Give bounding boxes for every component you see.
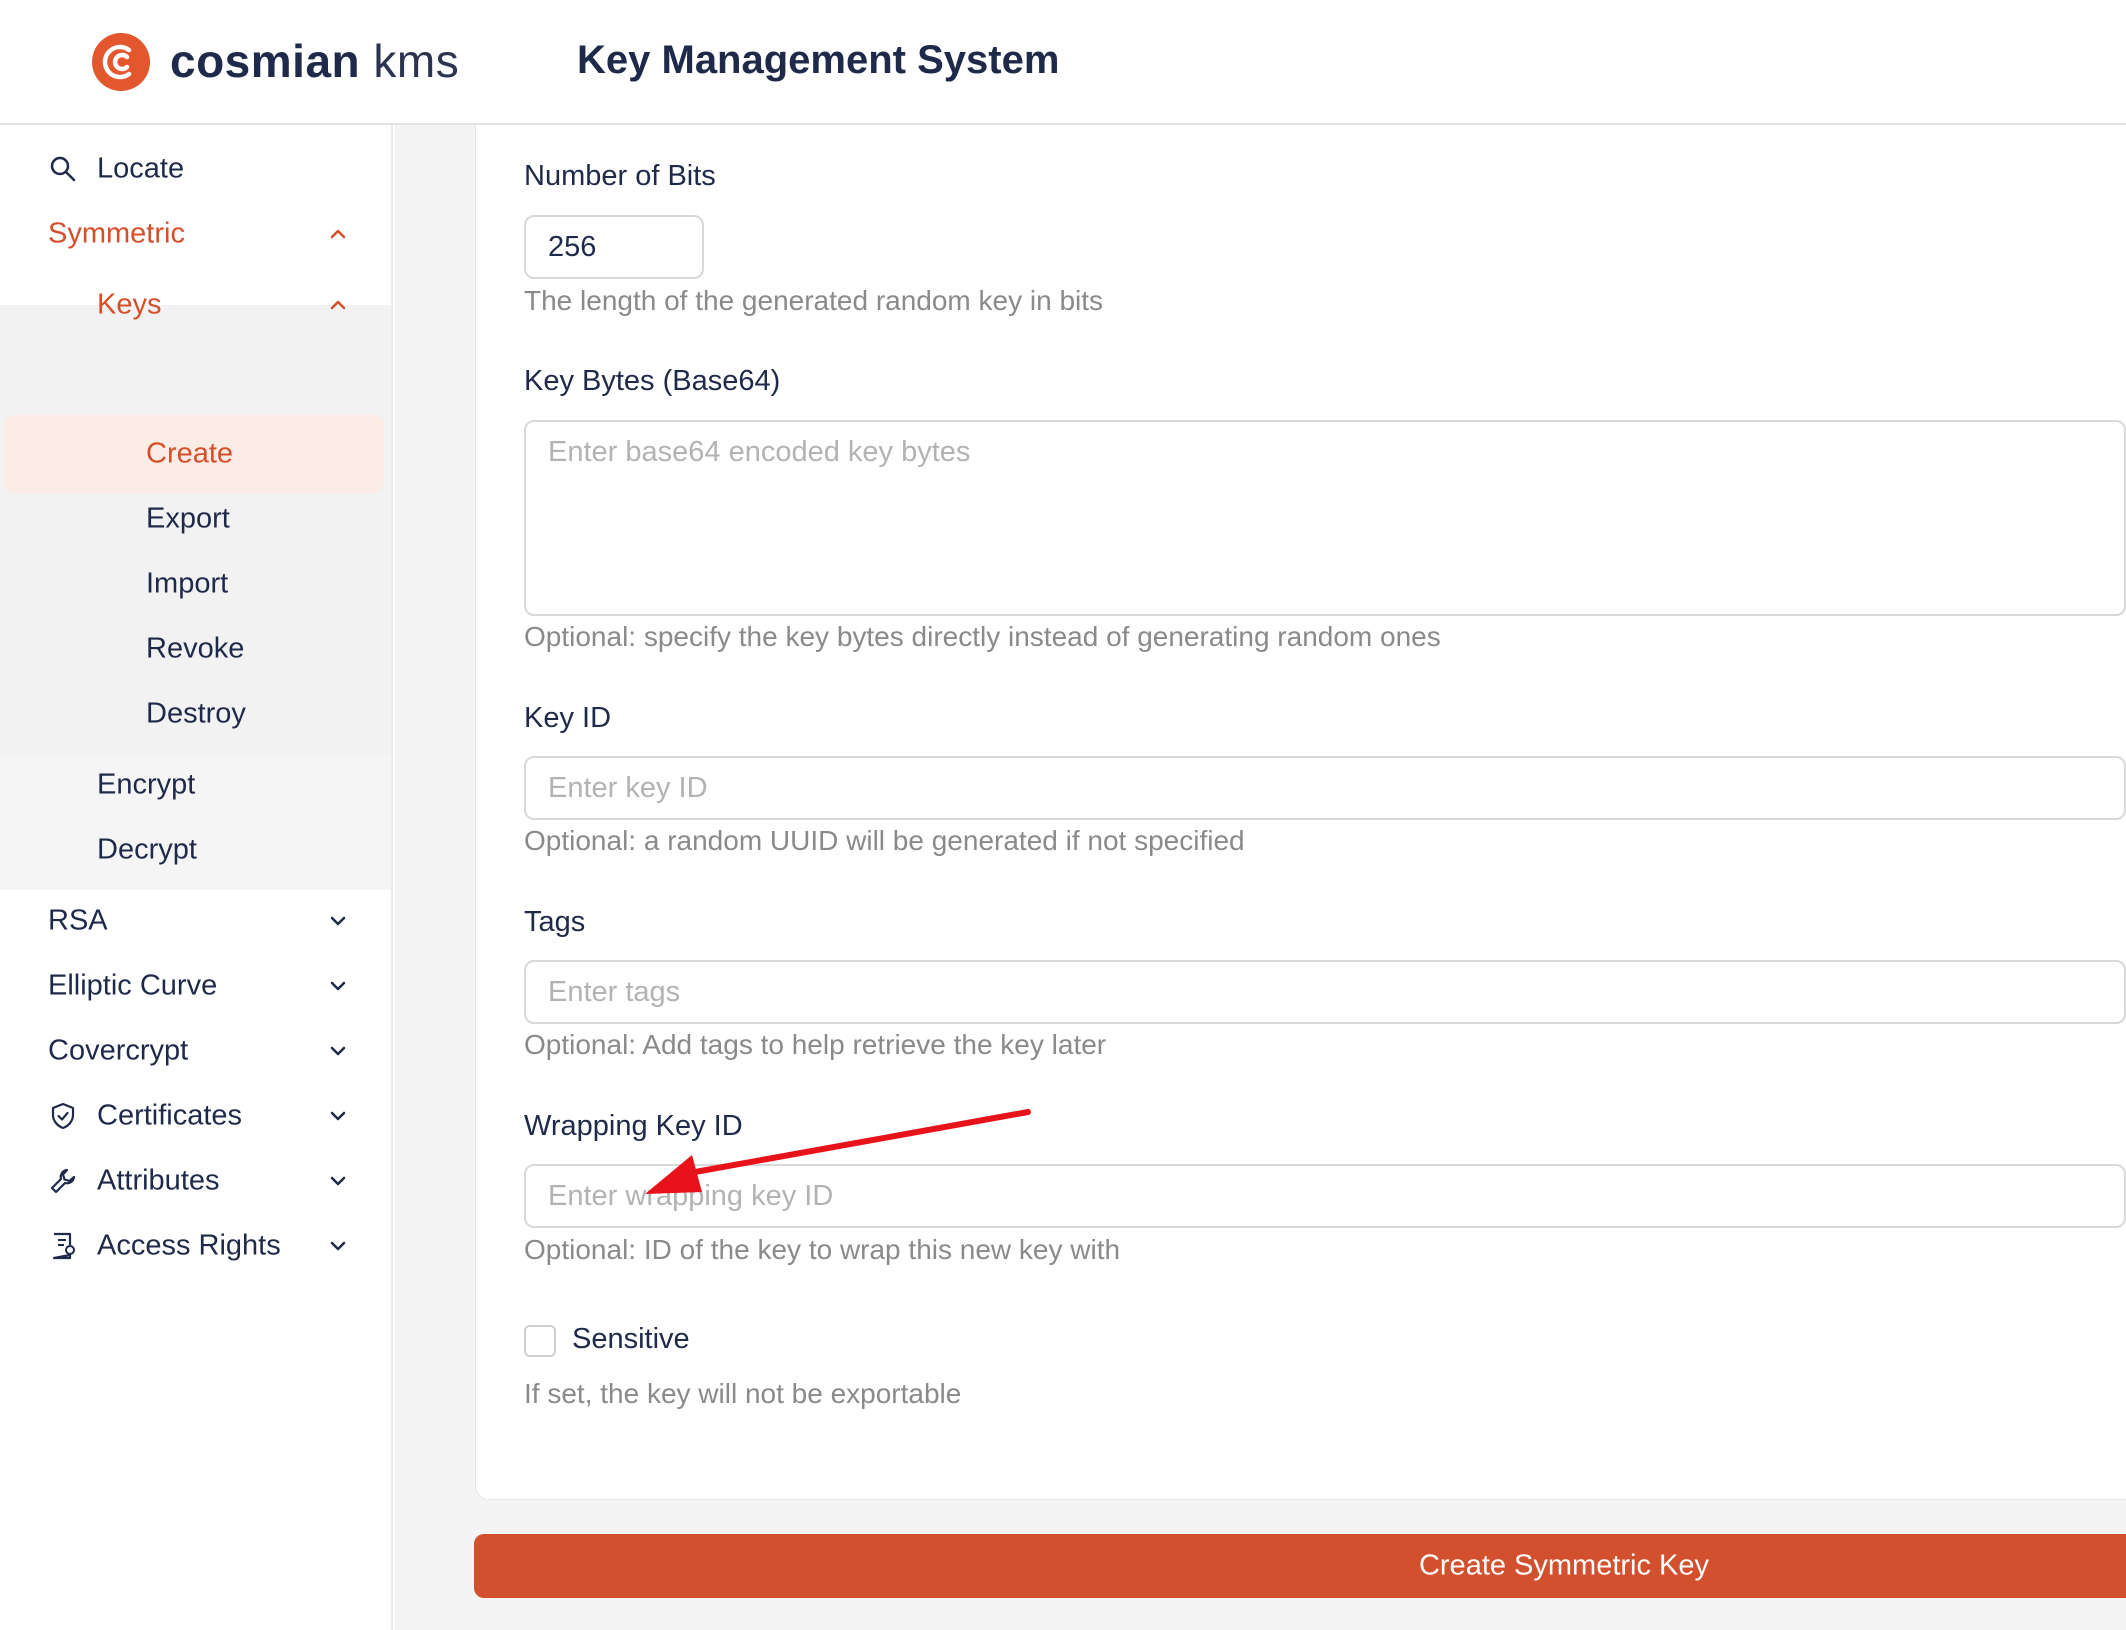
- app-window: cosmian kms Key Management System Locate…: [0, 0, 2126, 1630]
- tags-help: Optional: Add tags to help retrieve the …: [524, 1029, 1107, 1060]
- bits-input[interactable]: [524, 215, 704, 279]
- chevron-down-icon: [330, 1046, 346, 1056]
- chevron-down-icon: [330, 1176, 346, 1186]
- bits-help: The length of the generated random key i…: [524, 285, 1104, 316]
- sensitive-checkbox[interactable]: [524, 1325, 556, 1357]
- sidebar-item-access-rights[interactable]: Access Rights: [0, 1202, 391, 1290]
- chevron-up-icon: [330, 229, 346, 239]
- tags-label: Tags: [524, 906, 586, 938]
- chevron-down-icon: [330, 916, 346, 926]
- page-title: Key Management System: [577, 38, 1060, 82]
- sidebar-item-label: Import: [146, 567, 229, 600]
- bits-label: Number of Bits: [524, 160, 716, 192]
- sidebar-item-label: Access Rights: [97, 1229, 281, 1262]
- sidebar-item-label: Elliptic Curve: [48, 969, 218, 1002]
- sidebar-item-label: Create: [146, 437, 234, 470]
- chevron-down-icon: [330, 981, 346, 991]
- logo-wordmark: cosmian kms: [170, 34, 459, 88]
- sidebar-item-label: Covercrypt: [48, 1034, 189, 1067]
- sidebar-item-keys[interactable]: Keys: [0, 261, 391, 349]
- sidebar-item-label: Symmetric: [48, 217, 185, 250]
- key-id-input[interactable]: [524, 756, 2126, 820]
- chevron-down-icon: [330, 1241, 346, 1251]
- search-icon: [48, 154, 78, 184]
- sensitive-help: If set, the key will not be exportable: [524, 1378, 962, 1409]
- key-bytes-help: Optional: specify the key bytes directly…: [524, 621, 1441, 652]
- sidebar-item-label: Revoke: [146, 632, 245, 665]
- create-symmetric-key-button[interactable]: Create Symmetric Key: [474, 1534, 2126, 1598]
- chevron-down-icon: [330, 1111, 346, 1121]
- key-id-help: Optional: a random UUID will be generate…: [524, 825, 1245, 856]
- sidebar-item-label: Decrypt: [97, 833, 197, 866]
- wrapping-key-id-help: Optional: ID of the key to wrap this new…: [524, 1234, 1121, 1265]
- sidebar-item-label: Keys: [97, 288, 162, 321]
- logo-product: kms: [373, 35, 460, 87]
- submit-label: Create Symmetric Key: [1418, 1549, 1710, 1582]
- top-header: cosmian kms Key Management System: [0, 0, 2126, 125]
- sidebar-item-label: Encrypt: [97, 768, 196, 801]
- sidebar-item-label: Certificates: [97, 1099, 243, 1132]
- sidebar-item-label: Attributes: [97, 1164, 220, 1197]
- chevron-up-icon: [330, 300, 346, 310]
- tags-input[interactable]: [524, 960, 2126, 1024]
- key-id-label: Key ID: [524, 702, 612, 734]
- key-bytes-label: Key Bytes (Base64): [524, 365, 781, 397]
- wrench-icon: [48, 1166, 78, 1196]
- cosmian-logo-icon: [92, 33, 150, 91]
- sidebar-item-label: RSA: [48, 904, 108, 937]
- shield-check-icon: [48, 1101, 78, 1131]
- annotation-arrow-icon: [645, 1109, 1031, 1194]
- sidebar: Locate Symmetric Keys Create Export Impo…: [0, 125, 393, 1630]
- sensitive-label: Sensitive: [572, 1323, 690, 1355]
- document-badge-icon: [48, 1231, 78, 1261]
- sidebar-item-label: Locate: [97, 152, 185, 185]
- sidebar-item-label: Destroy: [146, 697, 246, 730]
- sidebar-item-label: Export: [146, 502, 230, 535]
- key-bytes-textarea[interactable]: [524, 420, 2126, 616]
- logo-brand: cosmian: [170, 35, 361, 87]
